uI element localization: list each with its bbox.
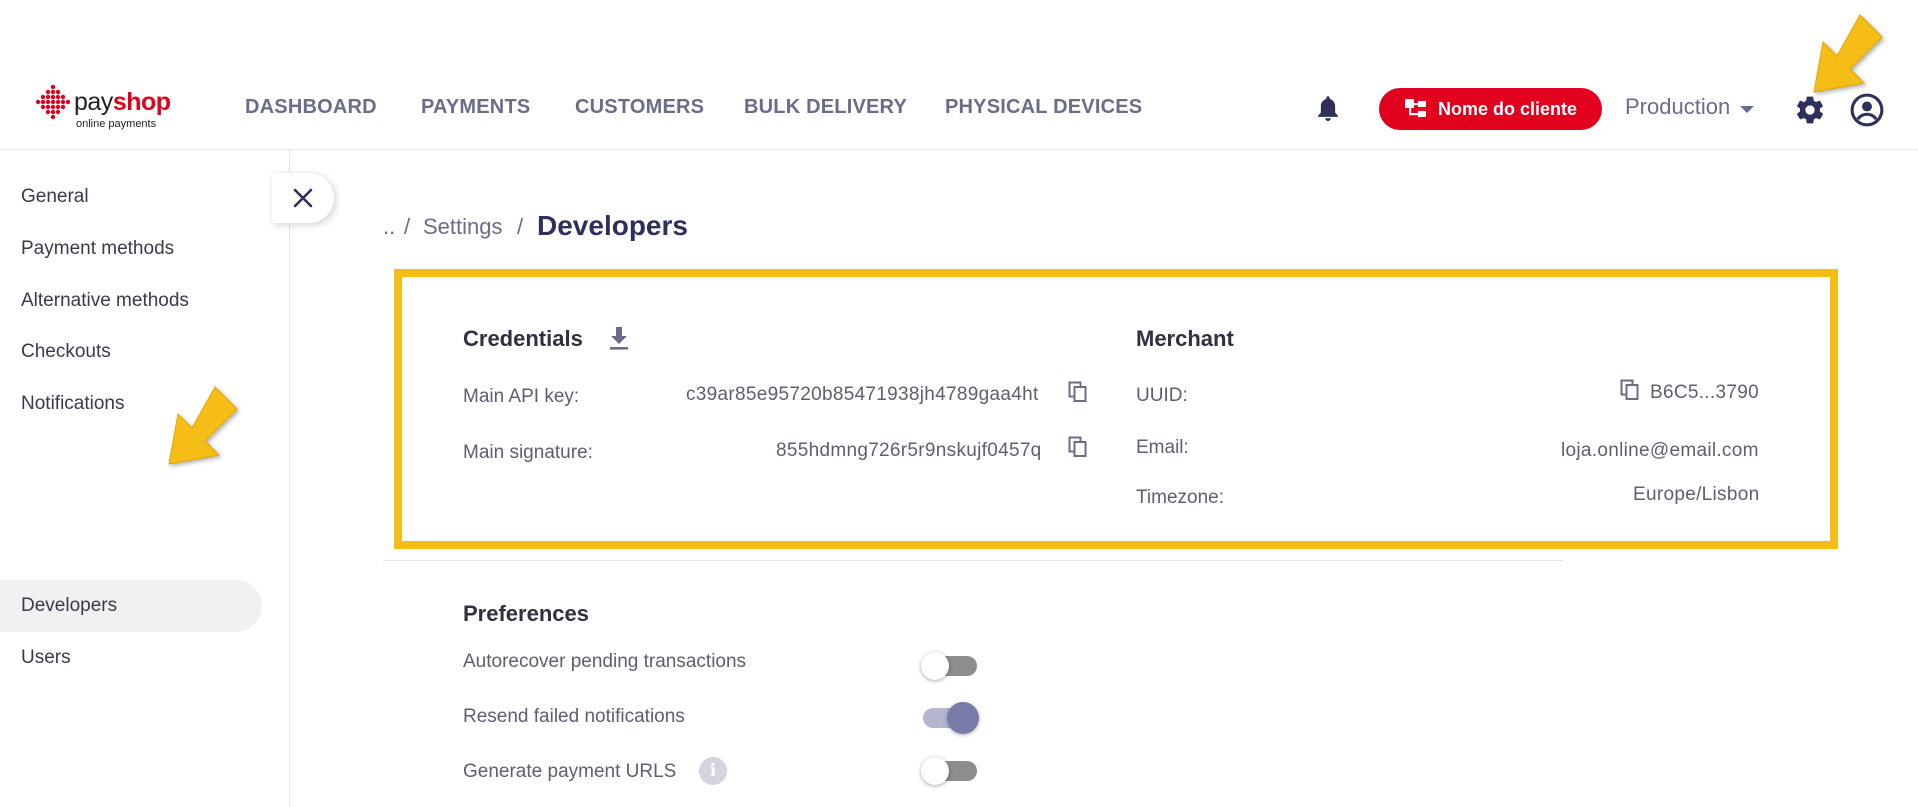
pref-resend-toggle[interactable] <box>923 702 979 734</box>
email-label: Email: <box>1136 437 1189 458</box>
nav-physical-devices[interactable]: PHYSICAL DEVICES <box>945 96 1142 119</box>
toggle-knob <box>921 652 949 680</box>
close-sidebar-button[interactable] <box>272 173 334 223</box>
sidebar-item-alternative-methods[interactable]: Alternative methods <box>21 290 189 312</box>
client-name-label: Nome do cliente <box>1437 98 1578 119</box>
api-key-value: c39ar85e95720b85471938jh4789gaa4ht <box>686 384 1039 405</box>
logo-wordmark: payshop <box>74 88 171 117</box>
sidebar-item-general[interactable]: General <box>21 186 89 208</box>
preferences-title: Preferences <box>463 601 589 626</box>
signature-label: Main signature: <box>463 442 593 463</box>
uuid-label: UUID: <box>1136 385 1188 406</box>
nav-bulk-delivery[interactable]: BULK DELIVERY <box>744 96 907 119</box>
caret-down-icon <box>1740 105 1755 113</box>
payshop-logo[interactable]: payshop online payments <box>36 84 171 134</box>
logo-tagline: online payments <box>76 118 157 130</box>
bell-icon[interactable] <box>1314 94 1342 124</box>
info-icon[interactable]: i <box>699 757 727 785</box>
pref-autorecover-label: Autorecover pending transactions <box>463 651 747 672</box>
nav-customers[interactable]: CUSTOMERS <box>575 96 704 119</box>
annotation-arrow-gear <box>1813 14 1883 93</box>
credentials-highlight-box <box>394 269 1838 549</box>
pref-autorecover-toggle[interactable] <box>921 651 977 681</box>
sidebar-item-notifications[interactable]: Notifications <box>21 393 125 415</box>
page-title: Developers <box>537 210 688 241</box>
pref-resend-label: Resend failed notifications <box>463 706 685 727</box>
close-icon <box>293 188 313 208</box>
toggle-knob <box>947 702 979 734</box>
copy-icon[interactable] <box>1068 436 1088 458</box>
breadcrumb-settings[interactable]: Settings <box>423 214 503 240</box>
logo-pay-text: pay <box>74 88 113 116</box>
nav-payments[interactable]: PAYMENTS <box>421 96 530 119</box>
api-key-label: Main API key: <box>463 386 580 407</box>
section-divider <box>383 560 1563 561</box>
merchant-title: Merchant <box>1136 326 1234 351</box>
pref-generate-urls-toggle[interactable] <box>921 756 977 786</box>
environment-label: Production <box>1625 94 1731 119</box>
copy-icon[interactable] <box>1620 379 1640 401</box>
sidebar-item-users[interactable]: Users <box>21 647 71 669</box>
pref-generate-urls-label: Generate payment URLS <box>463 761 677 782</box>
logo-dots-icon <box>36 84 70 120</box>
hierarchy-icon <box>1404 99 1426 117</box>
signature-value: 855hdmng726r5r9nskujf0457q <box>776 440 1042 461</box>
copy-icon[interactable] <box>1068 381 1088 403</box>
timezone-value: Europe/Lisbon <box>1633 484 1760 505</box>
logo-shop-text: shop <box>112 88 171 116</box>
toggle-knob <box>921 757 949 785</box>
sidebar-item-checkouts[interactable]: Checkouts <box>21 341 111 363</box>
uuid-value: B6C5...3790 <box>1650 382 1759 403</box>
breadcrumb-separator: / <box>517 214 524 239</box>
nav-dashboard[interactable]: DASHBOARD <box>245 96 377 119</box>
client-selector-button[interactable]: Nome do cliente <box>1379 88 1602 130</box>
sidebar-item-developers[interactable]: Developers <box>21 595 117 617</box>
credentials-title: Credentials <box>463 326 583 351</box>
environment-selector[interactable]: Production <box>1625 94 1755 120</box>
breadcrumb-up[interactable]: .. <box>383 214 395 240</box>
breadcrumb-separator: / <box>404 214 411 239</box>
sidebar-item-payment-methods[interactable]: Payment methods <box>21 238 174 260</box>
annotation-arrow-developers <box>168 386 238 465</box>
email-value: loja.online@email.com <box>1561 440 1759 461</box>
top-navigation-bar: payshop online payments DASHBOARD PAYMEN… <box>0 0 1918 150</box>
settings-sidebar: General Payment methods Alternative meth… <box>0 150 290 807</box>
download-icon[interactable] <box>608 325 630 351</box>
timezone-label: Timezone: <box>1136 487 1224 508</box>
